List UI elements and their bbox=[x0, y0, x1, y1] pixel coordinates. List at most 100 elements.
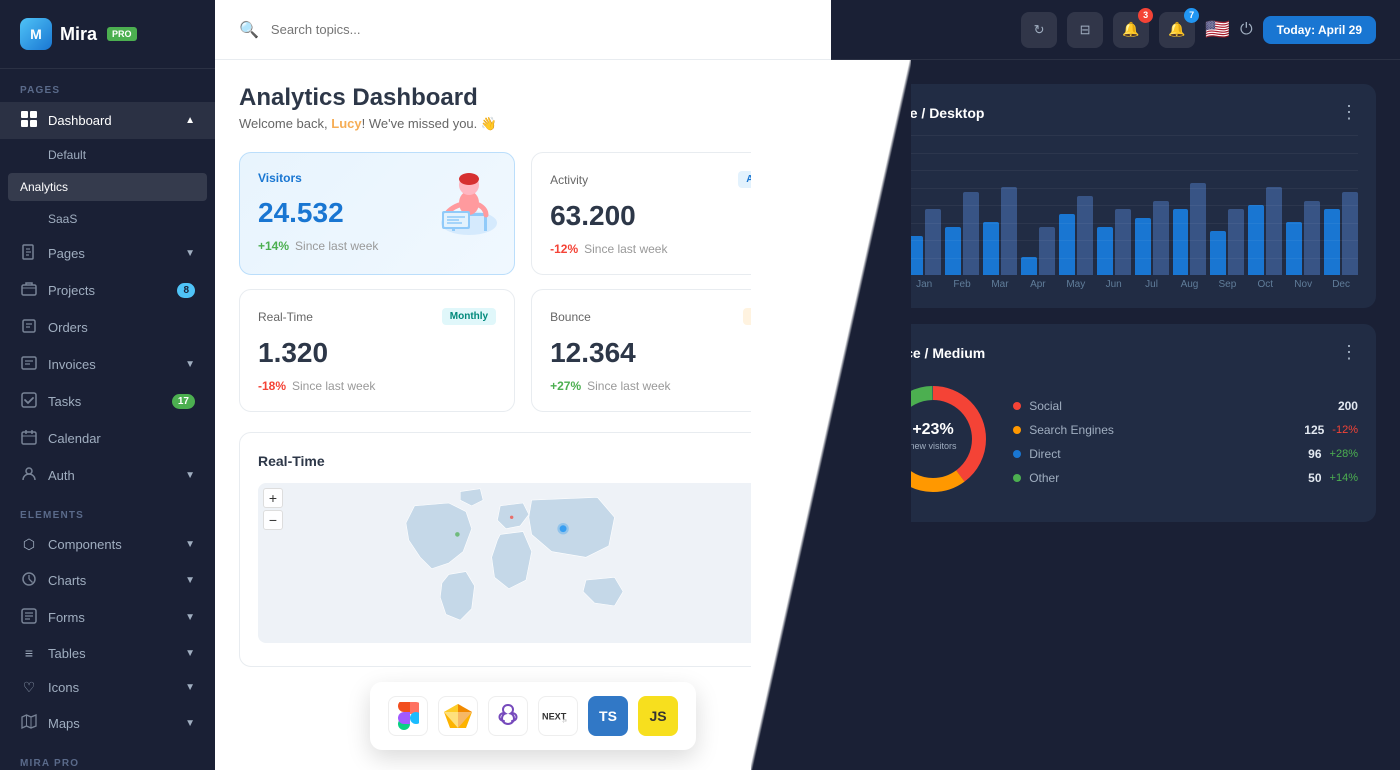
sidebar-item-invoices[interactable]: Invoices ▼ bbox=[0, 346, 215, 383]
svg-text:new visitors: new visitors bbox=[910, 441, 958, 451]
sidebar-item-components[interactable]: ⬡ Components ▼ bbox=[0, 527, 215, 562]
saas-label: SaaS bbox=[48, 212, 77, 226]
search-engines-label: Search Engines bbox=[1029, 423, 1114, 437]
realtime-footer: -18% Since last week bbox=[258, 379, 496, 393]
activity-since: Since last week bbox=[584, 242, 667, 256]
page-header: Analytics Dashboard Welcome back, Lucy! … bbox=[239, 84, 807, 132]
maps-label: Maps bbox=[48, 716, 80, 731]
other-value: 50 bbox=[1308, 471, 1321, 485]
forms-icon bbox=[20, 608, 38, 627]
section-mira-pro: MIRA PRO bbox=[0, 742, 215, 770]
section-pages: PAGES bbox=[0, 69, 215, 102]
sidebar-item-default[interactable]: Default bbox=[0, 139, 215, 171]
other-change: +14% bbox=[1330, 472, 1358, 484]
chevron-tables: ▼ bbox=[185, 648, 195, 659]
search-value: 125 bbox=[1304, 423, 1324, 437]
bar-jan bbox=[907, 209, 941, 275]
logo-icon: M bbox=[20, 18, 52, 50]
tasks-icon bbox=[20, 392, 38, 411]
bars-area: Jan Feb Mar Apr May Jun Jul Aug Sep Oc bbox=[907, 135, 1358, 290]
source-item-direct: Direct 96 +28% bbox=[1013, 442, 1358, 466]
invoices-label: Invoices bbox=[48, 357, 96, 372]
typescript-logo: TS bbox=[588, 696, 628, 736]
auth-icon bbox=[20, 466, 38, 485]
javascript-logo: JS bbox=[638, 696, 678, 736]
refresh-btn[interactable]: ↻ bbox=[1021, 12, 1057, 48]
bounce-footer: +27% Since last week bbox=[550, 379, 788, 393]
stats-row-2: Real-Time Monthly 1.320 -18% Since last … bbox=[239, 289, 807, 412]
donut-chart-svg: +23% new visitors bbox=[873, 379, 993, 499]
direct-change: +28% bbox=[1330, 448, 1358, 460]
visitors-change: +14% bbox=[258, 239, 289, 253]
activity-change: -12% bbox=[550, 242, 578, 256]
zoom-out-btn[interactable]: − bbox=[263, 510, 283, 530]
header: 🔍 ↻ ⊟ 🔔 3 🔔 bbox=[215, 0, 1400, 60]
chevron-charts: ▼ bbox=[185, 575, 195, 586]
stats-row-1: Visitors 24.532 +14% Since last week bbox=[239, 152, 807, 275]
mobile-desktop-menu[interactable]: ⋮ bbox=[1340, 102, 1358, 123]
zoom-in-btn[interactable]: + bbox=[263, 488, 283, 508]
orders-icon bbox=[20, 318, 38, 337]
x-axis: Jan Feb Mar Apr May Jun Jul Aug Sep Oc bbox=[907, 279, 1358, 290]
refresh-icon: ↻ bbox=[1034, 22, 1045, 38]
orders-label: Orders bbox=[48, 320, 88, 335]
source-medium-card: Source / Medium ⋮ bbox=[855, 324, 1376, 522]
visitors-illustration bbox=[414, 163, 504, 248]
sidebar-item-saas[interactable]: SaaS bbox=[0, 203, 215, 235]
activity-badge: Annual bbox=[738, 171, 788, 188]
right-panel: Mobile / Desktop ⋮ 160 140 120 100 bbox=[831, 60, 1400, 770]
sidebar-item-forms[interactable]: Forms ▼ bbox=[0, 599, 215, 636]
app-name: Mira bbox=[60, 24, 97, 45]
tasks-badge: 17 bbox=[172, 394, 195, 409]
power-icon[interactable]: ⏻ bbox=[1240, 21, 1253, 39]
alert-icon: 🔔 bbox=[1168, 21, 1185, 38]
sidebar-item-calendar[interactable]: Calendar bbox=[0, 420, 215, 457]
map-controls: + − bbox=[263, 488, 283, 530]
chevron-icons: ▼ bbox=[185, 682, 195, 693]
source-item-other: Other 50 +14% bbox=[1013, 466, 1358, 490]
today-button[interactable]: Today: April 29 bbox=[1263, 16, 1376, 44]
alerts-btn[interactable]: 🔔 7 bbox=[1159, 12, 1195, 48]
charts-label: Charts bbox=[48, 573, 86, 588]
source-medium-menu[interactable]: ⋮ bbox=[1340, 342, 1358, 363]
filter-btn[interactable]: ⊟ bbox=[1067, 12, 1103, 48]
sidebar-item-tables[interactable]: ≡ Tables ▼ bbox=[0, 636, 215, 670]
sidebar-item-charts[interactable]: Charts ▼ bbox=[0, 562, 215, 599]
sidebar-item-analytics[interactable]: Analytics bbox=[8, 173, 207, 201]
sidebar-item-icons[interactable]: ♡ Icons ▼ bbox=[0, 670, 215, 705]
sidebar-item-projects[interactable]: Projects 8 bbox=[0, 272, 215, 309]
direct-label: Direct bbox=[1029, 447, 1060, 461]
sidebar-item-tasks[interactable]: Tasks 17 bbox=[0, 383, 215, 420]
chevron-maps: ▼ bbox=[185, 718, 195, 729]
chevron-components: ▼ bbox=[185, 539, 195, 550]
username: Lucy bbox=[331, 116, 361, 131]
forms-label: Forms bbox=[48, 610, 85, 625]
sidebar-item-dashboard[interactable]: Dashboard ▲ bbox=[0, 102, 215, 139]
invoices-icon bbox=[20, 355, 38, 374]
page-title: Analytics Dashboard bbox=[239, 84, 807, 112]
bar-chart: 160 140 120 100 80 60 40 20 0 bbox=[873, 135, 1358, 290]
search-icon: 🔍 bbox=[239, 20, 259, 40]
sidebar-item-orders[interactable]: Orders bbox=[0, 309, 215, 346]
map-menu[interactable]: ⋯ bbox=[772, 451, 788, 471]
direct-value: 96 bbox=[1308, 447, 1321, 461]
tech-logos-overlay: NEXT .js TS JS bbox=[370, 682, 696, 750]
projects-badge: 8 bbox=[177, 283, 195, 298]
tables-label: Tables bbox=[48, 646, 86, 661]
mobile-desktop-card: Mobile / Desktop ⋮ 160 140 120 100 bbox=[855, 84, 1376, 308]
section-elements: ELEMENTS bbox=[0, 494, 215, 527]
sidebar-item-auth[interactable]: Auth ▼ bbox=[0, 457, 215, 494]
direct-dot bbox=[1013, 450, 1021, 458]
mobile-desktop-header: Mobile / Desktop ⋮ bbox=[873, 102, 1358, 123]
visitors-card: Visitors 24.532 +14% Since last week bbox=[239, 152, 515, 275]
notifications-btn[interactable]: 🔔 3 bbox=[1113, 12, 1149, 48]
map-container: + − bbox=[258, 483, 788, 648]
social-dot bbox=[1013, 402, 1021, 410]
realtime-label: Real-Time bbox=[258, 310, 313, 324]
search-input[interactable] bbox=[271, 22, 807, 37]
bar-sep bbox=[1210, 209, 1244, 275]
bar-may bbox=[1059, 196, 1093, 275]
icons-label: Icons bbox=[48, 680, 79, 695]
sidebar-item-maps[interactable]: Maps ▼ bbox=[0, 705, 215, 742]
sidebar-item-pages[interactable]: Pages ▼ bbox=[0, 235, 215, 272]
